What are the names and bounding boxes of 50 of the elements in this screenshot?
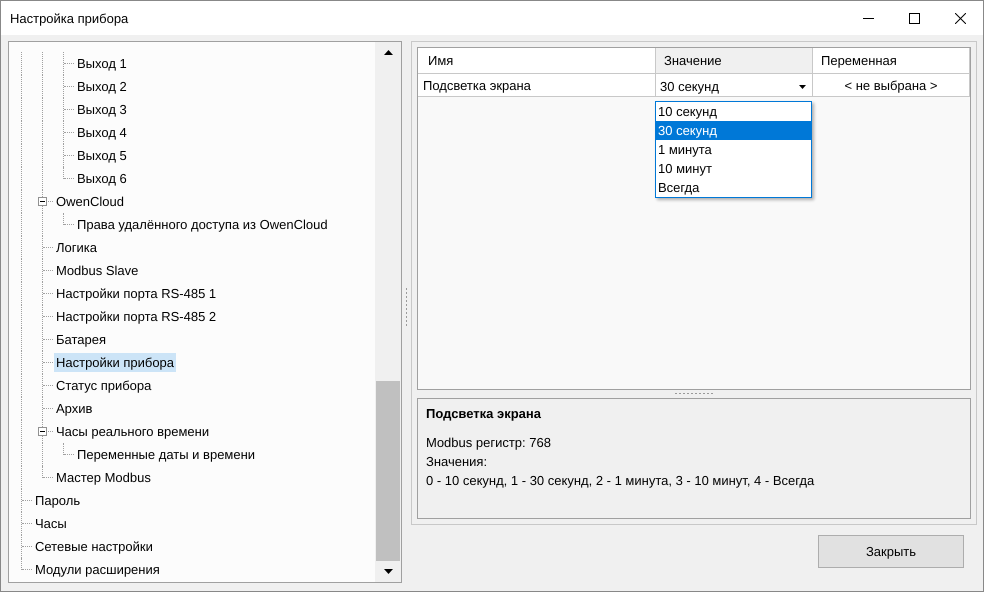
description-text: 0 - 10 секунд, 1 - 30 секунд, 2 - 1 минута, 3 - 10 минут, 4 - Всегда — [426, 472, 816, 490]
value-dropdown[interactable]: 30 секунд — [656, 74, 813, 97]
scrollbar-thumb[interactable] — [376, 381, 400, 561]
column-header[interactable]: Значение — [656, 48, 813, 74]
table-cell: Подсветка экрана — [418, 74, 656, 97]
tree-item[interactable]: Переменные даты и времени — [75, 445, 258, 464]
close-dialog-button[interactable]: Закрыть — [818, 535, 964, 568]
dropdown-option[interactable]: 1 минута — [656, 140, 811, 159]
description-text: Modbus регистр: 768 — [426, 434, 552, 452]
tree-item[interactable]: Статус прибора — [54, 376, 154, 395]
scroll-down-icon[interactable] — [384, 569, 392, 574]
tree-item[interactable]: Пароль — [33, 491, 82, 510]
tree-item[interactable]: Выход 5 — [75, 146, 129, 165]
tree-item[interactable]: Логика — [54, 238, 99, 257]
collapse-icon[interactable] — [38, 197, 47, 206]
column-header[interactable]: Переменная — [813, 48, 970, 74]
tree-item[interactable]: Выход 2 — [75, 77, 129, 96]
splitter-grip-icon[interactable] — [405, 288, 408, 328]
scroll-up-icon[interactable] — [384, 50, 392, 55]
tree-item[interactable]: Настройки прибора — [54, 353, 176, 372]
tree-item[interactable]: Права удалённого доступа из OwenCloud — [75, 215, 330, 234]
dropdown-option[interactable]: 10 минут — [656, 159, 811, 178]
description-text: Значения: — [426, 453, 488, 471]
table-cell: < не выбрана > — [813, 74, 970, 97]
tree-item[interactable]: Часы реального времени — [54, 422, 212, 441]
window-title: Настройка прибора — [10, 10, 128, 26]
caret-icon[interactable] — [799, 84, 806, 88]
tree-item[interactable]: Архив — [54, 399, 94, 418]
tree-item[interactable]: Часы — [33, 514, 69, 533]
tree-item[interactable]: Выход 4 — [75, 123, 129, 142]
close-icon — [954, 12, 966, 24]
tree-item[interactable]: Выход 1 — [75, 54, 129, 73]
tree-item[interactable]: OwenCloud — [54, 192, 126, 211]
tree-item[interactable]: Выход 6 — [75, 169, 129, 188]
collapse-icon[interactable] — [38, 427, 47, 436]
scrollbar[interactable] — [375, 42, 401, 582]
tree-item[interactable]: Настройки порта RS-485 1 — [54, 284, 218, 303]
tree-item[interactable]: Modbus Slave — [54, 261, 140, 280]
dropdown-option[interactable]: Всегда — [656, 178, 811, 197]
tree-item[interactable]: Сетевые настройки — [33, 537, 155, 556]
tree-item[interactable]: Мастер Modbus — [54, 468, 153, 487]
tree-item[interactable]: Выход 3 — [75, 100, 129, 119]
tree-item[interactable]: Батарея — [54, 330, 108, 349]
dropdown-option[interactable]: 30 секунд — [656, 121, 811, 140]
dropdown-option[interactable]: 10 секунд — [656, 102, 811, 121]
column-header[interactable]: Имя — [418, 48, 656, 74]
tree-item[interactable]: Настройки порта RS-485 2 — [54, 307, 218, 326]
description-title: Подсветка экрана — [426, 406, 542, 421]
maximize-icon — [908, 12, 920, 24]
tree-item[interactable]: Модули расширения — [33, 560, 162, 579]
